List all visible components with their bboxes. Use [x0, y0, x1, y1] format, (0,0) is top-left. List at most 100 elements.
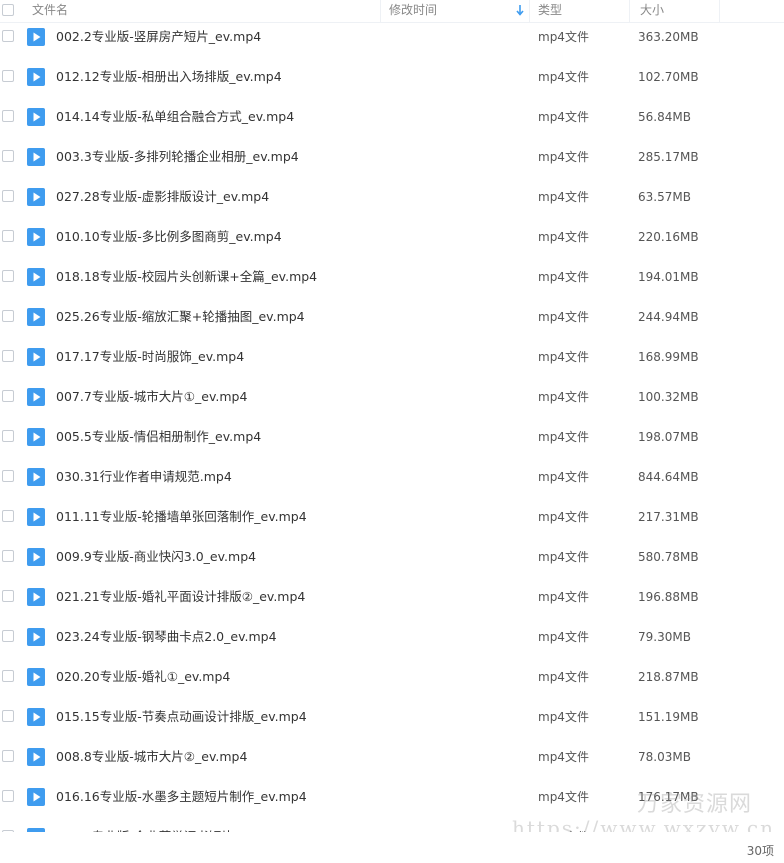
column-header-type[interactable]: 类型	[538, 0, 562, 22]
file-size: 102.70MB	[638, 70, 699, 84]
row-checkbox[interactable]	[2, 230, 14, 242]
column-header-size[interactable]: 大小	[640, 0, 664, 22]
column-header-modified[interactable]: 修改时间	[389, 0, 437, 22]
file-row[interactable]: 027.28专业版-虚影排版设计_ev.mp4 mp4文件 63.57MB	[0, 182, 784, 222]
row-checkbox[interactable]	[2, 190, 14, 202]
file-row[interactable]: 008.8专业版-城市大片②_ev.mp4 mp4文件 78.03MB	[0, 742, 784, 782]
file-row[interactable]: 021.21专业版-婚礼平面设计排版②_ev.mp4 mp4文件 196.88MB	[0, 582, 784, 622]
file-size: 218.87MB	[638, 670, 699, 684]
file-row[interactable]: 018.18专业版-校园片头创新课+全篇_ev.mp4 mp4文件 194.01MB	[0, 262, 784, 302]
row-checkbox[interactable]	[2, 670, 14, 682]
video-file-icon	[27, 428, 45, 446]
row-checkbox[interactable]	[2, 790, 14, 802]
file-type: mp4文件	[538, 710, 589, 724]
row-checkbox[interactable]	[2, 110, 14, 122]
row-checkbox[interactable]	[2, 350, 14, 362]
file-type: mp4文件	[538, 390, 589, 404]
file-size: 151.19MB	[638, 710, 699, 724]
row-checkbox[interactable]	[2, 510, 14, 522]
file-name[interactable]: 014.14专业版-私单组合融合方式_ev.mp4	[56, 107, 294, 127]
file-name[interactable]: 015.15专业版-节奏点动画设计排版_ev.mp4	[56, 707, 307, 727]
file-type: mp4文件	[538, 230, 589, 244]
file-name[interactable]: 025.26专业版-缩放汇聚+轮播抽图_ev.mp4	[56, 307, 305, 327]
row-checkbox[interactable]	[2, 750, 14, 762]
file-size: 168.99MB	[638, 350, 699, 364]
column-divider[interactable]	[719, 0, 720, 22]
row-checkbox[interactable]	[2, 430, 14, 442]
file-row[interactable]: 020.20专业版-婚礼①_ev.mp4 mp4文件 218.87MB	[0, 662, 784, 702]
row-checkbox[interactable]	[2, 310, 14, 322]
file-size: 63.57MB	[638, 190, 691, 204]
column-divider[interactable]	[380, 0, 381, 22]
file-type: mp4文件	[538, 430, 589, 444]
select-all-checkbox[interactable]	[2, 4, 14, 16]
file-name[interactable]: 020.20专业版-婚礼①_ev.mp4	[56, 667, 230, 687]
video-file-icon	[27, 748, 45, 766]
file-row[interactable]: 009.9专业版-商业快闪3.0_ev.mp4 mp4文件 580.78MB	[0, 542, 784, 582]
file-size: 56.84MB	[638, 110, 691, 124]
row-checkbox[interactable]	[2, 630, 14, 642]
file-type: mp4文件	[538, 350, 589, 364]
file-name[interactable]: 016.16专业版-水墨多主题短片制作_ev.mp4	[56, 787, 307, 807]
video-file-icon	[27, 548, 45, 566]
file-type: mp4文件	[538, 470, 589, 484]
file-name[interactable]: 007.7专业版-城市大片①_ev.mp4	[56, 387, 247, 407]
file-type: mp4文件	[538, 110, 589, 124]
row-checkbox[interactable]	[2, 550, 14, 562]
file-row[interactable]: 015.15专业版-节奏点动画设计排版_ev.mp4 mp4文件 151.19MB	[0, 702, 784, 742]
file-type: mp4文件	[538, 190, 589, 204]
file-row[interactable]: 030.31行业作者申请规范.mp4 mp4文件 844.64MB	[0, 462, 784, 502]
column-divider[interactable]	[529, 0, 530, 22]
file-row[interactable]: 002.2专业版-竖屏房产短片_ev.mp4 mp4文件 363.20MB	[0, 22, 784, 62]
file-name[interactable]: 023.24专业版-钢琴曲卡点2.0_ev.mp4	[56, 627, 277, 647]
row-checkbox[interactable]	[2, 710, 14, 722]
file-row[interactable]: 003.3专业版-多排列轮播企业相册_ev.mp4 mp4文件 285.17MB	[0, 142, 784, 182]
file-name[interactable]: 010.10专业版-多比例多图商剪_ev.mp4	[56, 227, 282, 247]
row-checkbox[interactable]	[2, 270, 14, 282]
file-name[interactable]: 017.17专业版-时尚服饰_ev.mp4	[56, 347, 244, 367]
file-type: mp4文件	[538, 150, 589, 164]
file-row[interactable]: 023.24专业版-钢琴曲卡点2.0_ev.mp4 mp4文件 79.30MB	[0, 622, 784, 662]
file-name[interactable]: 003.3专业版-多排列轮播企业相册_ev.mp4	[56, 147, 299, 167]
row-checkbox[interactable]	[2, 390, 14, 402]
row-checkbox[interactable]	[2, 150, 14, 162]
video-file-icon	[27, 268, 45, 286]
row-checkbox[interactable]	[2, 30, 14, 42]
video-file-icon	[27, 348, 45, 366]
file-size: 78.03MB	[638, 750, 691, 764]
file-name[interactable]: 021.21专业版-婚礼平面设计排版②_ev.mp4	[56, 587, 305, 607]
video-file-icon	[27, 188, 45, 206]
column-divider[interactable]	[629, 0, 630, 22]
row-checkbox[interactable]	[2, 470, 14, 482]
video-file-icon	[27, 228, 45, 246]
file-name[interactable]: 018.18专业版-校园片头创新课+全篇_ev.mp4	[56, 267, 317, 287]
video-file-icon	[27, 708, 45, 726]
sort-descending-icon[interactable]	[515, 3, 525, 17]
video-file-icon	[27, 508, 45, 526]
file-row[interactable]: 012.12专业版-相册出入场排版_ev.mp4 mp4文件 102.70MB	[0, 62, 784, 102]
file-row[interactable]: 010.10专业版-多比例多图商剪_ev.mp4 mp4文件 220.16MB	[0, 222, 784, 262]
file-name[interactable]: 005.5专业版-情侣相册制作_ev.mp4	[56, 427, 261, 447]
row-checkbox[interactable]	[2, 590, 14, 602]
file-row[interactable]: 025.26专业版-缩放汇聚+轮播抽图_ev.mp4 mp4文件 244.94MB	[0, 302, 784, 342]
file-row[interactable]: 007.7专业版-城市大片①_ev.mp4 mp4文件 100.32MB	[0, 382, 784, 422]
file-name[interactable]: 030.31行业作者申请规范.mp4	[56, 467, 232, 487]
file-row[interactable]: 014.14专业版-私单组合融合方式_ev.mp4 mp4文件 56.84MB	[0, 102, 784, 142]
row-checkbox[interactable]	[2, 70, 14, 82]
file-name[interactable]: 009.9专业版-商业快闪3.0_ev.mp4	[56, 547, 256, 567]
video-file-icon	[27, 588, 45, 606]
file-name[interactable]: 011.11专业版-轮播墙单张回落制作_ev.mp4	[56, 507, 307, 527]
file-name[interactable]: 012.12专业版-相册出入场排版_ev.mp4	[56, 67, 282, 87]
video-file-icon	[27, 628, 45, 646]
column-header-name[interactable]: 文件名	[32, 0, 68, 22]
file-row[interactable]: 005.5专业版-情侣相册制作_ev.mp4 mp4文件 198.07MB	[0, 422, 784, 462]
file-name[interactable]: 008.8专业版-城市大片②_ev.mp4	[56, 747, 247, 767]
video-file-icon	[27, 108, 45, 126]
file-list: 002.2专业版-竖屏房产短片_ev.mp4 mp4文件 363.20MB 012.1…	[0, 22, 784, 832]
video-file-icon	[27, 148, 45, 166]
file-row[interactable]: 017.17专业版-时尚服饰_ev.mp4 mp4文件 168.99MB	[0, 342, 784, 382]
file-name[interactable]: 002.2专业版-竖屏房产短片_ev.mp4	[56, 27, 261, 47]
file-row[interactable]: 011.11专业版-轮播墙单张回落制作_ev.mp4 mp4文件 217.31MB	[0, 502, 784, 542]
file-name[interactable]: 027.28专业版-虚影排版设计_ev.mp4	[56, 187, 269, 207]
file-size: 580.78MB	[638, 550, 699, 564]
